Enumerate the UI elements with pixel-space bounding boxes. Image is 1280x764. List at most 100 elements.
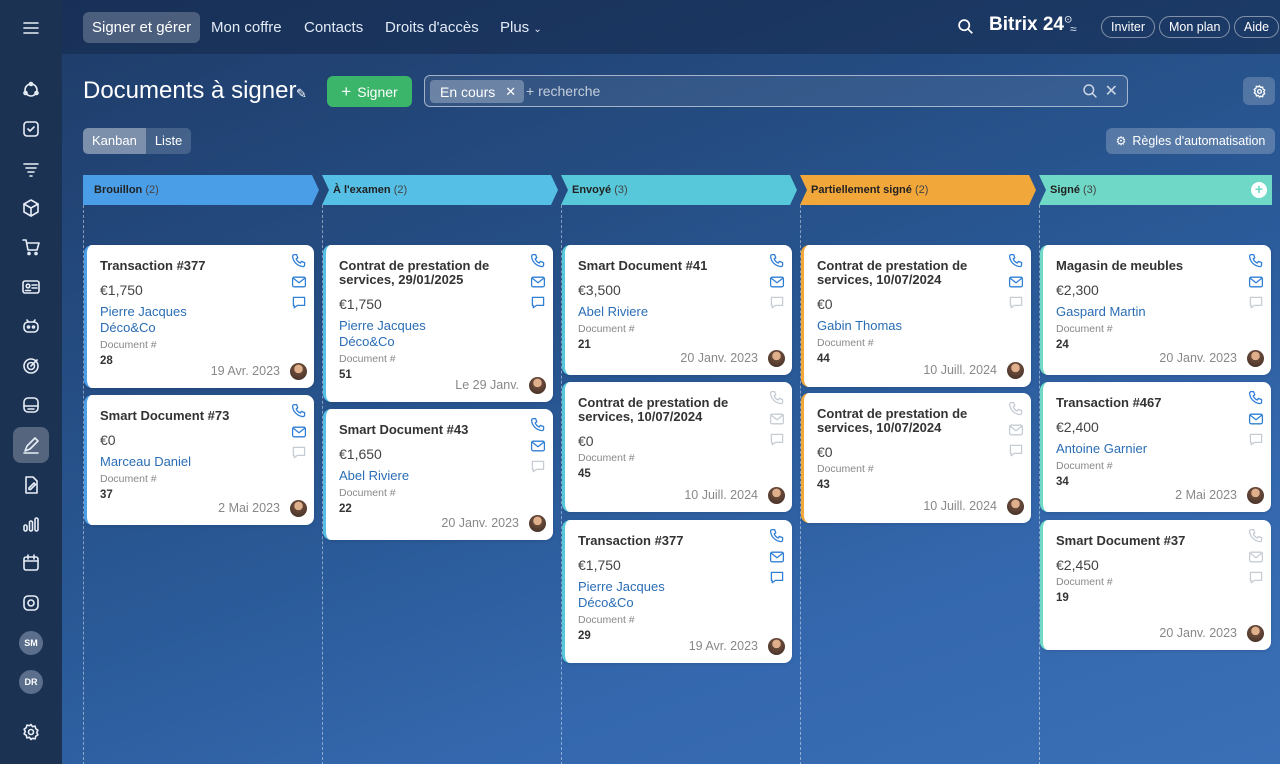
kanban-card[interactable]: Magasin de meubles €2,300 Gaspard Martin… <box>1040 245 1271 375</box>
invite-button[interactable]: Inviter <box>1101 16 1156 38</box>
mail-icon[interactable] <box>1008 422 1024 438</box>
mail-icon[interactable] <box>769 411 785 427</box>
card-contact-link[interactable]: Gabin Thomas <box>817 318 1018 334</box>
phone-icon[interactable] <box>291 403 307 419</box>
help-button[interactable]: Aide <box>1234 16 1280 38</box>
mail-icon[interactable] <box>530 438 546 454</box>
chat-icon[interactable] <box>1248 570 1264 586</box>
chat-icon[interactable] <box>530 459 546 475</box>
mail-icon[interactable] <box>1248 549 1264 565</box>
add-column-icon[interactable]: + <box>1251 182 1267 198</box>
card-contact-link[interactable]: Marceau Daniel <box>100 454 301 470</box>
column-header-sent[interactable]: Envoyé (3) <box>561 175 628 205</box>
mail-icon[interactable] <box>1008 274 1024 290</box>
card-company-link[interactable]: Déco&Co <box>578 595 779 611</box>
kanban-card[interactable]: Transaction #377 €1,750 Pierre Jacques D… <box>84 245 314 388</box>
view-kanban-button[interactable]: Kanban <box>83 128 146 154</box>
mail-icon[interactable] <box>1248 274 1264 290</box>
chat-icon[interactable] <box>1248 295 1264 311</box>
chat-icon[interactable] <box>769 432 785 448</box>
card-contact-link[interactable]: Abel Riviere <box>339 468 540 484</box>
search-icon[interactable] <box>957 18 974 40</box>
mail-icon[interactable] <box>1248 411 1264 427</box>
nav-access-rights[interactable]: Droits d'accès <box>376 12 488 43</box>
nav-sign-manage[interactable]: Signer et gérer <box>83 12 201 43</box>
automation-rules-button[interactable]: ⚙ Règles d'automatisation <box>1106 128 1275 154</box>
phone-icon[interactable] <box>1248 528 1264 544</box>
phone-icon[interactable] <box>1248 253 1264 269</box>
mail-icon[interactable] <box>769 549 785 565</box>
search-icon[interactable] <box>1082 83 1098 104</box>
menu-icon[interactable] <box>13 10 49 46</box>
chat-icon[interactable] <box>1008 295 1024 311</box>
kanban-card[interactable]: Smart Document #37 €2,450 Document # 19 … <box>1040 520 1271 650</box>
phone-icon[interactable] <box>1248 390 1264 406</box>
kanban-card[interactable]: Smart Document #73 €0 Marceau Daniel Doc… <box>84 395 314 525</box>
mail-icon[interactable] <box>530 274 546 290</box>
kanban-card[interactable]: Smart Document #41 €3,500 Abel Riviere D… <box>562 245 792 375</box>
phone-icon[interactable] <box>769 253 785 269</box>
chat-icon[interactable] <box>769 570 785 586</box>
kanban-card[interactable]: Contrat de prestation de services, 10/07… <box>801 245 1031 387</box>
card-company-link[interactable]: Déco&Co <box>339 334 540 350</box>
card-contact-link[interactable]: Pierre Jacques <box>578 579 779 595</box>
crm-icon[interactable] <box>13 72 49 108</box>
column-header-signed[interactable]: Signé (3) <box>1039 175 1096 205</box>
card-company-link[interactable]: Déco&Co <box>100 320 301 336</box>
card-contact-link[interactable]: Pierre Jacques <box>339 318 540 334</box>
user-avatar-sm[interactable]: SM <box>13 625 49 661</box>
view-list-button[interactable]: Liste <box>146 128 191 154</box>
analytics-icon[interactable] <box>13 506 49 542</box>
card-contact-link[interactable]: Antoine Garnier <box>1056 441 1258 457</box>
clear-search-icon[interactable]: ✕ <box>1105 81 1118 101</box>
phone-icon[interactable] <box>291 253 307 269</box>
card-contact-link[interactable]: Gaspard Martin <box>1056 304 1258 320</box>
drive-icon[interactable] <box>13 387 49 423</box>
column-header-review[interactable]: À l'examen (2) <box>322 175 407 205</box>
settings-icon[interactable] <box>13 714 49 750</box>
search-filter-box[interactable]: En cours ✕ + recherche ✕ <box>424 75 1128 107</box>
sign-icon[interactable] <box>13 427 49 463</box>
pin-icon[interactable]: ✎ <box>296 86 307 102</box>
document-edit-icon[interactable] <box>13 467 49 503</box>
user-avatar-dr[interactable]: DR <box>13 664 49 700</box>
kanban-card[interactable]: Transaction #377 €1,750 Pierre Jacques D… <box>562 520 792 663</box>
contact-card-icon[interactable] <box>13 269 49 305</box>
nav-my-vault[interactable]: Mon coffre <box>202 12 291 43</box>
kanban-card[interactable]: Transaction #467 €2,400 Antoine Garnier … <box>1040 382 1271 512</box>
kanban-card[interactable]: Contrat de prestation de services, 29/01… <box>323 245 553 402</box>
calendar-icon[interactable] <box>13 545 49 581</box>
card-contact-link[interactable]: Pierre Jacques <box>100 304 301 320</box>
chat-icon[interactable] <box>1248 432 1264 448</box>
chat-icon[interactable] <box>1008 443 1024 459</box>
my-plan-button[interactable]: Mon plan <box>1159 16 1231 38</box>
column-header-partial[interactable]: Partiellement signé (2) <box>800 175 928 205</box>
chat-icon[interactable] <box>291 295 307 311</box>
chat-icon[interactable] <box>291 445 307 461</box>
chat-icon[interactable] <box>769 295 785 311</box>
kanban-card[interactable]: Contrat de prestation de services, 10/07… <box>801 393 1031 523</box>
chip-remove-icon[interactable]: ✕ <box>505 84 516 100</box>
phone-icon[interactable] <box>1008 253 1024 269</box>
phone-icon[interactable] <box>769 390 785 406</box>
kanban-card[interactable]: Smart Document #43 €1,650 Abel Riviere D… <box>323 409 553 540</box>
column-header-draft[interactable]: Brouillon (2) <box>83 175 159 205</box>
nav-contacts[interactable]: Contacts <box>295 12 372 43</box>
filter-chip[interactable]: En cours ✕ <box>430 80 525 103</box>
mail-icon[interactable] <box>291 274 307 290</box>
target-icon[interactable] <box>13 348 49 384</box>
sites-icon[interactable] <box>13 585 49 621</box>
search-input[interactable]: + recherche <box>526 83 600 99</box>
shop-icon[interactable] <box>13 229 49 265</box>
phone-icon[interactable] <box>530 417 546 433</box>
phone-icon[interactable] <box>530 253 546 269</box>
mail-icon[interactable] <box>769 274 785 290</box>
kanban-card[interactable]: Contrat de prestation de services, 10/07… <box>562 382 792 512</box>
sign-button[interactable]: + Signer <box>327 76 412 107</box>
pulse-icon[interactable]: ≈ <box>1070 22 1077 36</box>
robot-icon[interactable] <box>13 308 49 344</box>
chat-icon[interactable] <box>530 295 546 311</box>
phone-icon[interactable] <box>769 528 785 544</box>
settings-button[interactable] <box>1243 77 1275 105</box>
nav-more[interactable]: Plus ⌄ <box>491 12 551 43</box>
